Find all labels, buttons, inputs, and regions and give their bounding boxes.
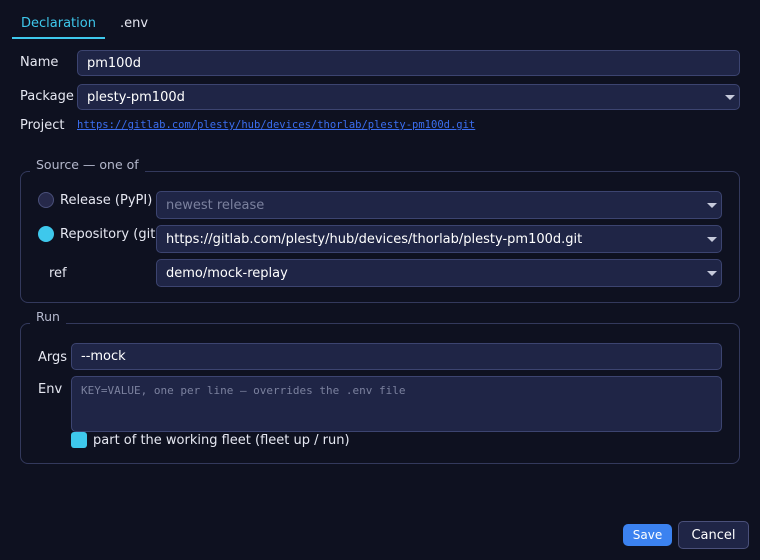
chevron-down-icon [707,271,717,276]
release-radio[interactable] [38,192,54,208]
chevron-down-icon [707,237,717,242]
release-select[interactable]: newest release [156,191,722,219]
ref-label: ref [49,266,67,281]
ref-select-value: demo/mock-replay [166,265,288,281]
package-label: Package [20,89,74,104]
env-textarea[interactable]: KEY=VALUE, one per line — overrides the … [71,376,722,432]
tab-env[interactable]: .env [120,16,148,38]
env-textarea-placeholder: KEY=VALUE, one per line — overrides the … [81,384,406,397]
tab-declaration[interactable]: Declaration [12,16,105,38]
chevron-down-icon [725,95,735,100]
args-input-value: --mock [81,349,126,364]
active-tab-indicator [12,37,105,39]
save-button[interactable]: Save [623,524,672,546]
package-select-value: plesty-pm100d [87,89,185,105]
fleet-label: part of the working fleet (fleet up / ru… [93,433,350,448]
name-input[interactable]: pm100d [77,50,740,76]
release-select-placeholder: newest release [166,197,265,213]
project-link[interactable]: https://gitlab.com/plesty/hub/devices/th… [77,119,475,131]
chevron-down-icon [707,203,717,208]
repository-select-value: https://gitlab.com/plesty/hub/devices/th… [166,231,583,247]
run-legend: Run [30,309,66,324]
args-input[interactable]: --mock [71,343,722,370]
args-label: Args [38,350,68,365]
cancel-button[interactable]: Cancel [678,521,749,549]
env-label: Env [38,382,63,397]
ref-select[interactable]: demo/mock-replay [156,259,722,287]
source-legend: Source — one of [30,157,145,172]
fleet-checkbox[interactable] [71,432,87,448]
repository-label: Repository (git) [60,227,161,242]
repository-select[interactable]: https://gitlab.com/plesty/hub/devices/th… [156,225,722,253]
release-label: Release (PyPI) [60,193,153,208]
name-label: Name [20,55,59,70]
name-input-value: pm100d [87,55,141,71]
project-label: Project [20,118,65,133]
repository-radio[interactable] [38,226,54,242]
package-select[interactable]: plesty-pm100d [77,84,740,110]
